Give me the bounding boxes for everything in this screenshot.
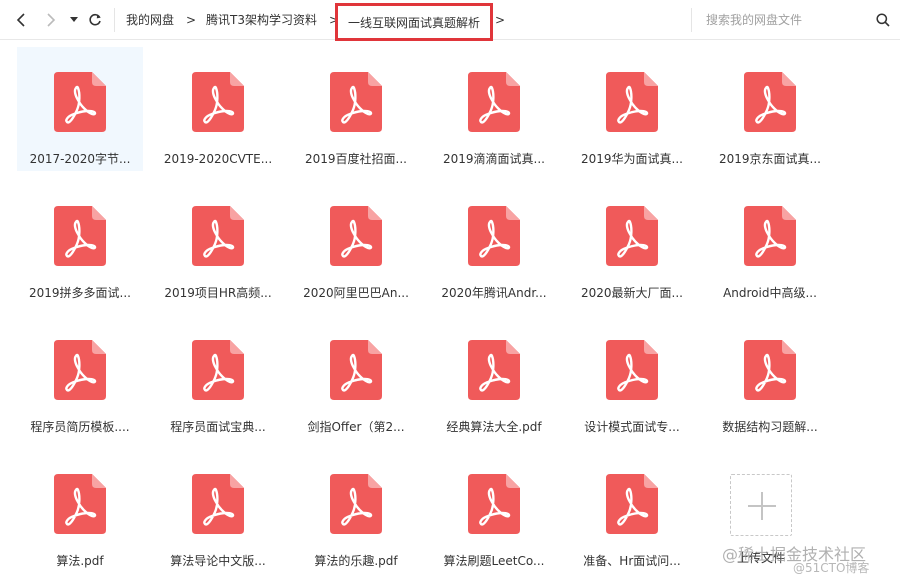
file-name: 2019滴滴面试真... <box>443 152 545 166</box>
file-name: 2020年腾讯Andr... <box>441 286 547 300</box>
toolbar-divider <box>114 8 115 32</box>
file-name: 准备、Hr面试问... <box>583 554 681 568</box>
file-tile[interactable]: 2019-2020CVTE... <box>155 47 281 171</box>
file-tile[interactable]: Android中高级... <box>707 181 833 305</box>
pdf-file-icon <box>330 206 382 266</box>
pdf-file-icon <box>468 206 520 266</box>
pdf-file-icon <box>54 206 106 266</box>
file-name: 2019-2020CVTE... <box>163 152 273 166</box>
file-tile[interactable]: 2020最新大厂面... <box>569 181 695 305</box>
pdf-file-icon <box>468 474 520 534</box>
search-input[interactable] <box>706 10 866 30</box>
file-name: Android中高级... <box>723 286 817 300</box>
file-tile[interactable]: 2019拼多多面试... <box>17 181 143 305</box>
back-button[interactable] <box>10 0 32 40</box>
pdf-file-icon <box>192 474 244 534</box>
chevron-left-icon <box>16 13 25 27</box>
file-name: 2019百度社招面... <box>305 152 407 166</box>
pdf-file-icon <box>192 206 244 266</box>
caret-down-icon <box>70 17 78 22</box>
pdf-file-icon <box>192 340 244 400</box>
pdf-file-icon <box>606 340 658 400</box>
navigation-toolbar: 我的网盘 > 腾讯T3架构学习资料 > 一线互联网面试真题解析 > <box>0 0 900 41</box>
file-grid: 2017-2020字节... 2019-2020CVTE... 2019百度社招面.… <box>0 41 900 580</box>
file-tile[interactable]: 算法刷题LeetCo... <box>431 449 557 573</box>
pdf-file-icon <box>330 340 382 400</box>
file-name: 2017-2020字节... <box>29 152 131 166</box>
pdf-file-icon <box>330 72 382 132</box>
plus-icon <box>761 492 763 520</box>
file-name: 程序员面试宝典... <box>170 420 266 434</box>
breadcrumb-separator-icon: > <box>186 13 197 27</box>
pdf-file-icon <box>606 206 658 266</box>
file-tile[interactable]: 2019华为面试真... <box>569 47 695 171</box>
file-name: 算法刷题LeetCo... <box>443 554 545 568</box>
file-name: 2019京东面试真... <box>719 152 821 166</box>
pdf-file-icon <box>54 340 106 400</box>
file-name: 数据结构习题解... <box>722 420 818 434</box>
breadcrumb-dropdown-icon[interactable]: > <box>495 0 505 40</box>
pdf-file-icon <box>54 72 106 132</box>
file-tile[interactable]: 2019滴滴面试真... <box>431 47 557 171</box>
pdf-file-icon <box>744 206 796 266</box>
file-tile[interactable]: 经典算法大全.pdf <box>431 315 557 439</box>
search-button[interactable] <box>874 0 892 40</box>
refresh-icon <box>89 13 101 26</box>
pdf-file-icon <box>192 72 244 132</box>
forward-button[interactable] <box>40 0 62 40</box>
file-tile[interactable]: 设计模式面试专... <box>569 315 695 439</box>
pdf-file-icon <box>606 72 658 132</box>
breadcrumb-current-folder[interactable]: 一线互联网面试真题解析 <box>335 3 494 41</box>
chevron-right-icon <box>47 13 56 27</box>
pdf-file-icon <box>54 474 106 534</box>
file-name: 程序员简历模板.... <box>30 420 130 434</box>
file-tile[interactable]: 2019京东面试真... <box>707 47 833 171</box>
pdf-file-icon <box>330 474 382 534</box>
file-tile[interactable]: 算法的乐趣.pdf <box>293 449 419 573</box>
search-icon <box>876 13 890 27</box>
file-name: 2019拼多多面试... <box>29 286 131 300</box>
file-name: 2020最新大厂面... <box>581 286 683 300</box>
file-name: 2019华为面试真... <box>581 152 683 166</box>
pdf-file-icon <box>606 474 658 534</box>
file-name: 算法.pdf <box>56 554 104 568</box>
search-divider <box>691 8 692 32</box>
file-name: 2019项目HR高频... <box>164 286 272 300</box>
file-tile[interactable]: 算法导论中文版... <box>155 449 281 573</box>
pdf-file-icon <box>468 72 520 132</box>
file-name: 设计模式面试专... <box>584 420 680 434</box>
file-tile[interactable]: 2020阿里巴巴An... <box>293 181 419 305</box>
file-tile[interactable]: 准备、Hr面试问... <box>569 449 695 573</box>
upload-button[interactable] <box>730 474 792 536</box>
pdf-file-icon <box>744 340 796 400</box>
file-name: 算法导论中文版... <box>170 554 266 568</box>
refresh-button[interactable] <box>86 0 104 40</box>
watermark-51cto: @51CTO博客 <box>793 561 870 575</box>
file-tile[interactable]: 2019百度社招面... <box>293 47 419 171</box>
file-name: 经典算法大全.pdf <box>446 420 542 434</box>
file-name: 算法的乐趣.pdf <box>314 554 398 568</box>
breadcrumb-item-t3-folder[interactable]: 腾讯T3架构学习资料 <box>206 0 317 40</box>
file-tile[interactable]: 2017-2020字节... <box>17 47 143 171</box>
file-name: 2020阿里巴巴An... <box>303 286 409 300</box>
pdf-file-icon <box>468 340 520 400</box>
file-tile[interactable]: 算法.pdf <box>17 449 143 573</box>
file-tile[interactable]: 剑指Offer（第2... <box>293 315 419 439</box>
file-tile[interactable]: 2020年腾讯Andr... <box>431 181 557 305</box>
history-dropdown-button[interactable] <box>66 0 82 40</box>
breadcrumb-item-my-drive[interactable]: 我的网盘 <box>126 0 174 40</box>
file-tile[interactable]: 程序员简历模板.... <box>17 315 143 439</box>
file-tile[interactable]: 数据结构习题解... <box>707 315 833 439</box>
file-tile[interactable]: 程序员面试宝典... <box>155 315 281 439</box>
file-name: 剑指Offer（第2... <box>307 420 405 434</box>
file-tile[interactable]: 2019项目HR高频... <box>155 181 281 305</box>
pdf-file-icon <box>744 72 796 132</box>
